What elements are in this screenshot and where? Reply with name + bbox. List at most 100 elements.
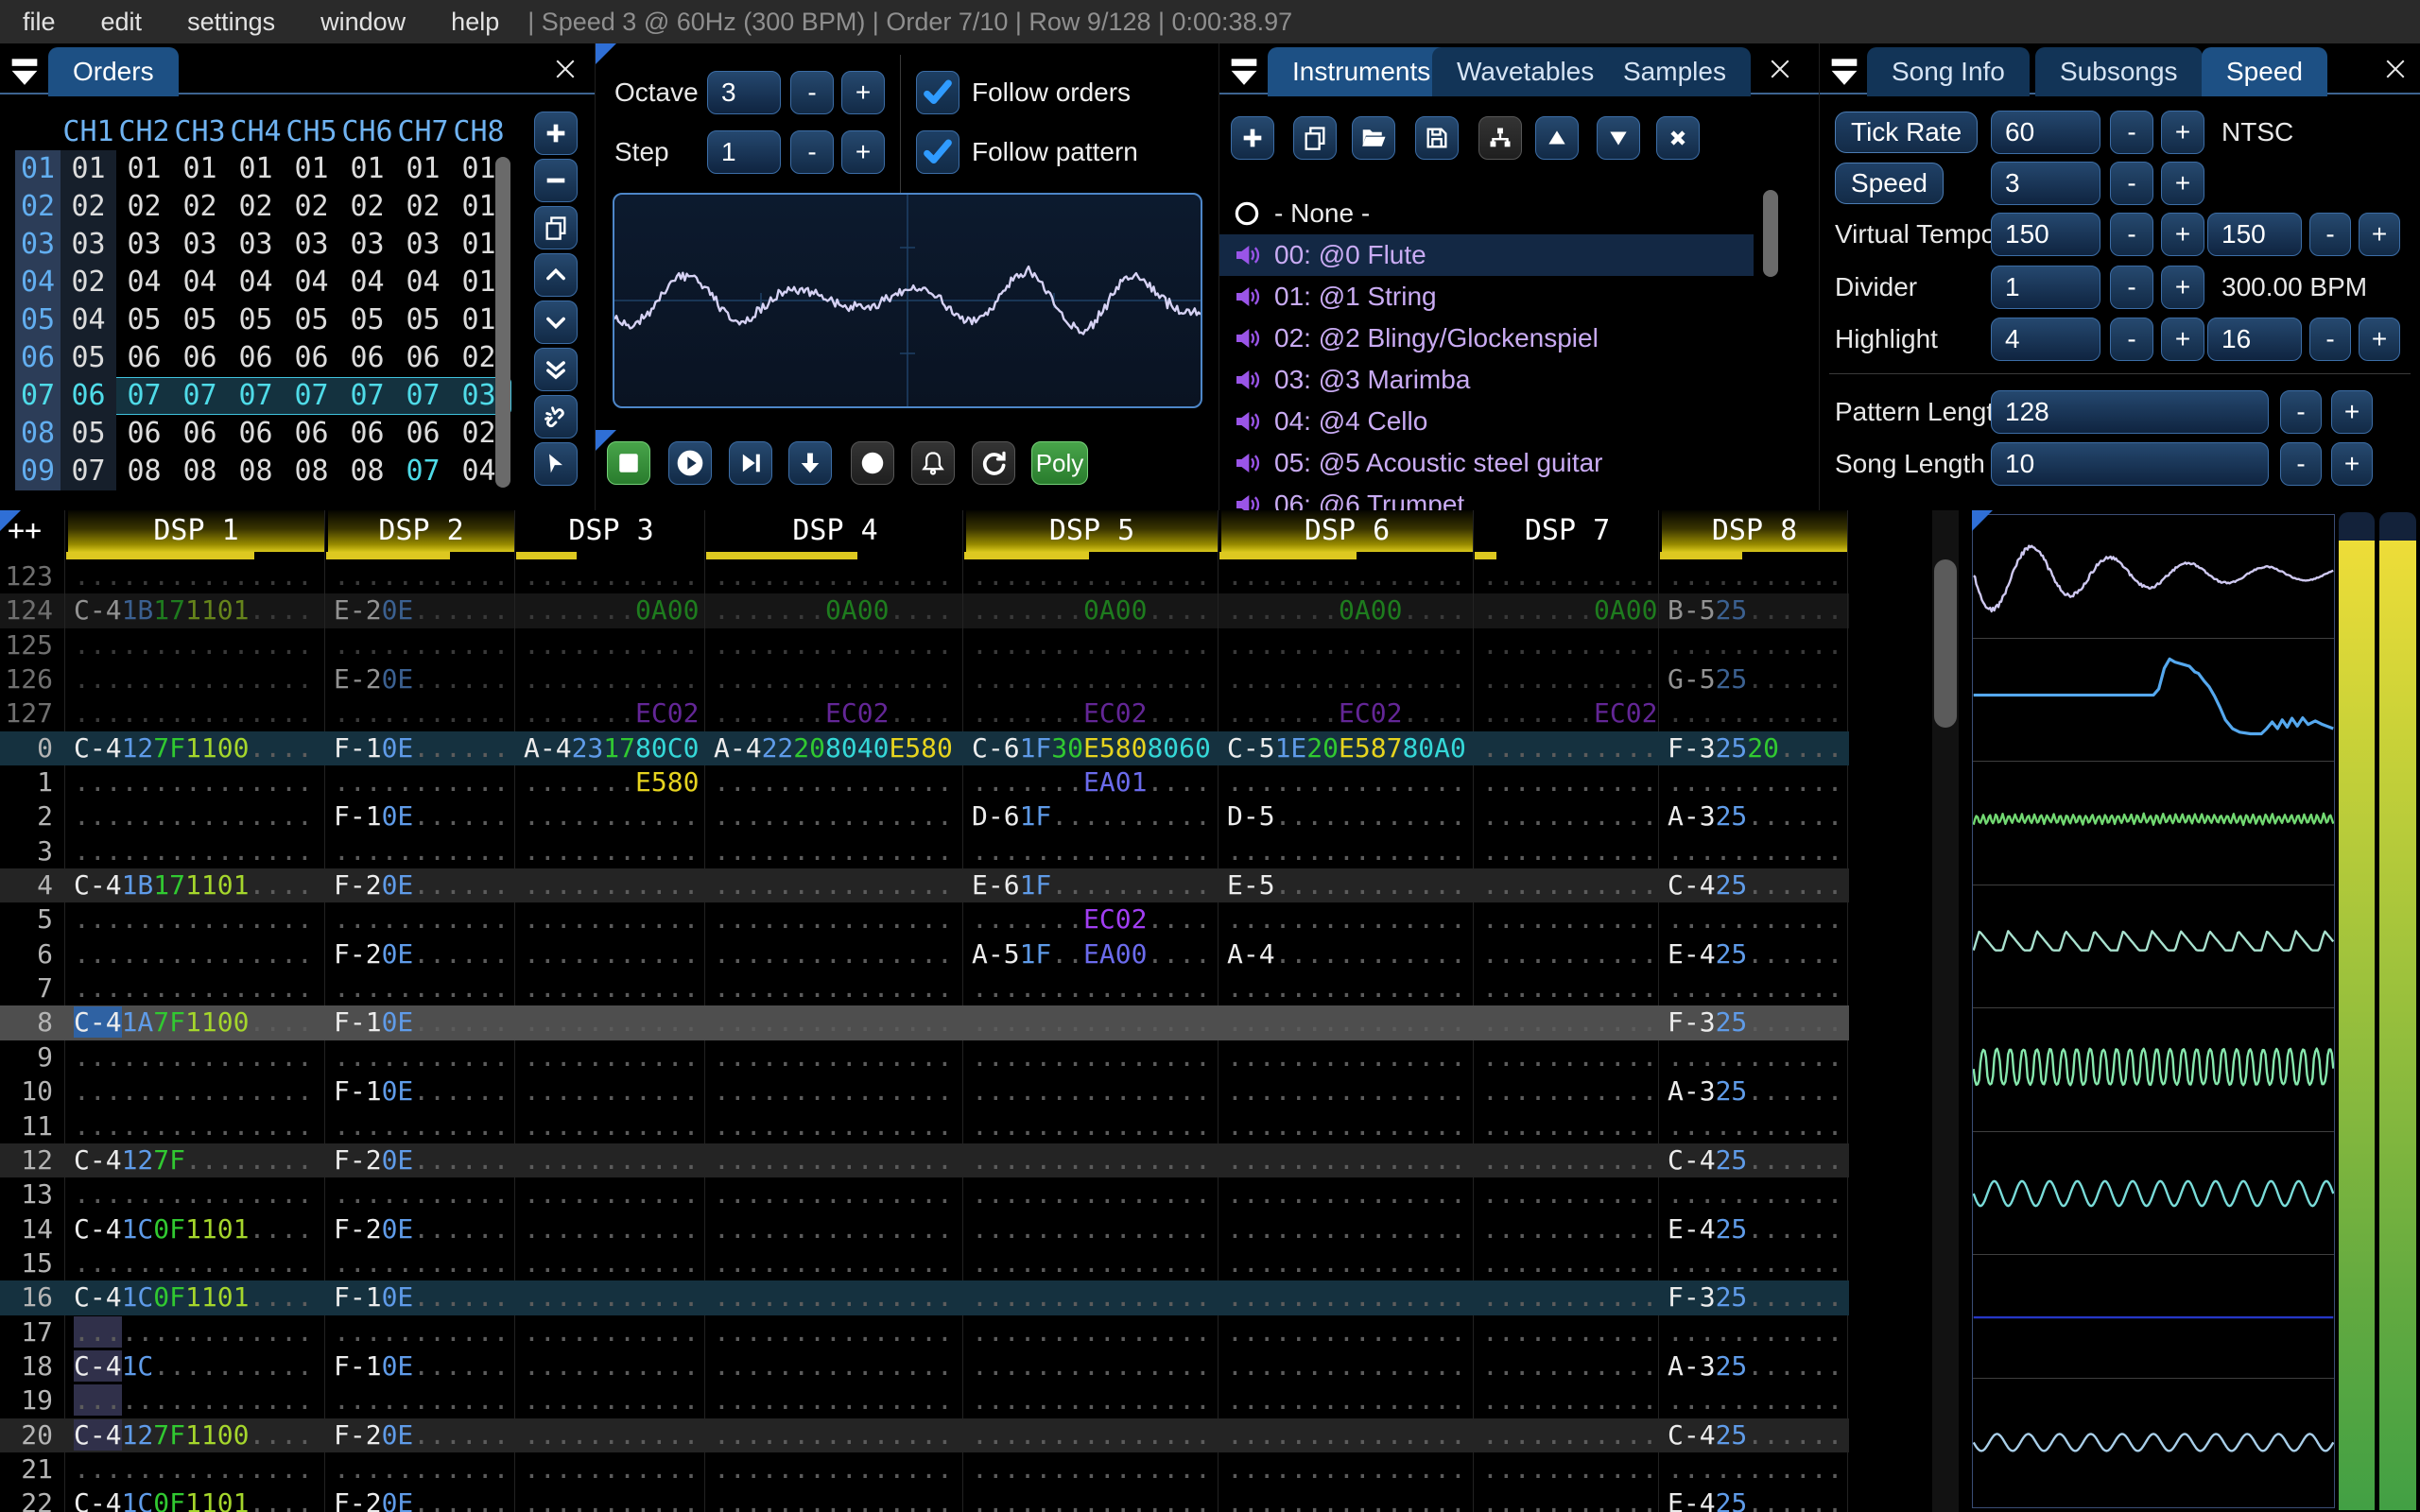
pattern-cell[interactable]: ............... (66, 1109, 326, 1143)
pattern-cell[interactable]: ............... (964, 971, 1219, 1005)
pattern-cell[interactable]: ........... (1475, 1109, 1660, 1143)
pattern-cell[interactable]: F-20E...... (326, 868, 516, 902)
order-cell[interactable]: 08 (284, 453, 339, 490)
pattern-cell[interactable]: ........... (326, 1246, 516, 1280)
pattern-cell[interactable]: C-4127F1100.... (66, 731, 326, 765)
pattern-cell[interactable]: ........... (1475, 1143, 1660, 1177)
song-length-minus-button[interactable]: - (2280, 442, 2322, 486)
step-input[interactable]: 1 (707, 130, 781, 174)
pattern-cell[interactable]: ........... (1660, 628, 1849, 662)
order-cell[interactable]: 02 (228, 188, 284, 226)
pattern-cell[interactable]: ............... (66, 834, 326, 868)
pattern-cell[interactable]: ........... (1475, 662, 1660, 696)
order-cell[interactable]: 06 (339, 415, 395, 453)
pattern-cell[interactable]: ............... (706, 1452, 964, 1486)
pattern-cell[interactable]: ............... (706, 902, 964, 936)
order-cell[interactable]: 03 (395, 226, 451, 264)
pattern-cell[interactable]: ........... (326, 696, 516, 730)
pattern-cell[interactable]: ............... (66, 1315, 326, 1349)
pattern-row-19[interactable]: 19......................................… (0, 1383, 1849, 1418)
instrument-item-6[interactable]: 06: @6 Trumpet (1219, 484, 1754, 510)
pattern-cell[interactable]: ........... (516, 902, 706, 936)
pattern-cell[interactable]: ............... (964, 1109, 1219, 1143)
order-cell[interactable]: 05 (395, 301, 451, 339)
pattern-cell[interactable]: ........... (1475, 799, 1660, 833)
close-icon[interactable] (2381, 55, 2410, 83)
pattern-cell[interactable]: ............... (964, 1040, 1219, 1074)
pattern-cell[interactable]: ............... (706, 1486, 964, 1512)
pattern-cell[interactable]: .......0A00 (1475, 593, 1660, 627)
pattern-row-8[interactable]: 8 C-41A7F1100.... F-10E...................… (0, 1005, 1849, 1040)
order-cell[interactable]: 06 (228, 339, 284, 377)
pattern-cell[interactable]: ........... (326, 628, 516, 662)
channel-header-7[interactable]: DSP 7 (1477, 510, 1658, 552)
tick-rate-minus-button[interactable]: - (2110, 111, 2153, 154)
order-cell[interactable]: 01 (60, 150, 116, 188)
pattern-cell[interactable]: E-20E...... (326, 662, 516, 696)
pattern-cell[interactable]: ............... (706, 628, 964, 662)
pattern-cell[interactable]: ........... (1475, 1418, 1660, 1452)
pattern-cell[interactable]: ........... (326, 902, 516, 936)
pattern-cell[interactable]: E-20E...... (326, 593, 516, 627)
order-cell[interactable]: 06 (172, 415, 228, 453)
instrument-item-0[interactable]: 00: @0 Flute (1219, 234, 1754, 276)
order-duplicate-button[interactable] (534, 206, 578, 249)
step-row-button[interactable] (788, 441, 832, 485)
order-cell[interactable]: 03 (284, 226, 339, 264)
instrument-delete-button[interactable] (1656, 116, 1700, 160)
pattern-cell[interactable]: ............... (66, 1452, 326, 1486)
order-cell[interactable]: 07 (395, 453, 451, 490)
pattern-cell[interactable]: ........... (1475, 868, 1660, 902)
pattern-cell[interactable]: C-41A7F1100.... (66, 1005, 326, 1040)
pattern-cell[interactable]: F-20E...... (326, 1486, 516, 1512)
order-cell[interactable]: 07 (60, 453, 116, 490)
pattern-cell[interactable]: F-10E...... (326, 1280, 516, 1314)
channel-header-8[interactable]: DSP 8 (1662, 510, 1847, 552)
pattern-cell[interactable]: ............... (964, 1074, 1219, 1108)
pattern-cell[interactable]: ............... (1219, 971, 1475, 1005)
pattern-row-12[interactable]: 12 C-4127F........ F-20E..................… (0, 1143, 1849, 1178)
virtual-tempo-numerator-input[interactable]: 150 (1991, 213, 2100, 256)
pattern-cell[interactable]: ........... (516, 799, 706, 833)
pattern-cell[interactable]: .......0A00 (516, 593, 706, 627)
metronome-bell-button[interactable] (911, 441, 955, 485)
pattern-cell[interactable]: ............... (706, 937, 964, 971)
order-cell[interactable]: 06 (339, 339, 395, 377)
orders-row-05[interactable]: 05 04 05 05 05 05 05 05 01 (15, 301, 511, 339)
pattern-cell[interactable]: ............... (1219, 1109, 1475, 1143)
order-cell[interactable]: 04 (284, 264, 339, 301)
song-length-input[interactable]: 10 (1991, 442, 2269, 486)
pattern-cell[interactable]: ............... (66, 1383, 326, 1418)
pattern-cell[interactable]: ............... (66, 559, 326, 593)
pattern-cell[interactable]: ........... (516, 937, 706, 971)
pattern-cell[interactable]: ............... (964, 1383, 1219, 1418)
pattern-cell[interactable]: ............... (1219, 1143, 1475, 1177)
pattern-cell[interactable]: .......EC02 (1475, 696, 1660, 730)
orders-row-09[interactable]: 09 07 08 08 08 08 08 07 04 (15, 453, 511, 490)
pattern-cell[interactable]: ........... (516, 1486, 706, 1512)
order-cell[interactable]: 05 (284, 301, 339, 339)
order-cell[interactable]: 04 (172, 264, 228, 301)
pattern-cell[interactable]: .......EC02.... (1219, 696, 1475, 730)
pattern-scrollbar[interactable] (1932, 510, 1959, 1512)
tick-rate-plus-button[interactable]: + (2161, 111, 2204, 154)
pattern-cell[interactable]: ........... (1660, 1040, 1849, 1074)
instrument-duplicate-button[interactable] (1293, 116, 1337, 160)
pattern-cell[interactable]: ........... (1660, 1383, 1849, 1418)
pattern-cell[interactable]: ............... (1219, 1212, 1475, 1246)
pattern-cell[interactable]: ............... (1219, 1074, 1475, 1108)
pattern-cell[interactable]: ............... (964, 1177, 1219, 1211)
pattern-cell[interactable]: ........... (516, 1418, 706, 1452)
pattern-cell[interactable]: .......EC02 (516, 696, 706, 730)
order-cell[interactable]: 07 (284, 377, 339, 415)
highlight2-input[interactable]: 16 (2207, 318, 2302, 361)
pattern-cell[interactable]: .......EC02.... (964, 902, 1219, 936)
pattern-cell[interactable]: ............... (706, 1383, 964, 1418)
pattern-cell[interactable]: ............... (964, 834, 1219, 868)
instrument-item-5[interactable]: 05: @5 Acoustic steel guitar (1219, 442, 1754, 484)
pattern-cell[interactable]: ............... (964, 1246, 1219, 1280)
pattern-cell[interactable]: ........... (516, 628, 706, 662)
pattern-cell[interactable]: D-5............ (1219, 799, 1475, 833)
pattern-cell[interactable]: ............... (1219, 1246, 1475, 1280)
pattern-cell[interactable]: F-20E...... (326, 1212, 516, 1246)
